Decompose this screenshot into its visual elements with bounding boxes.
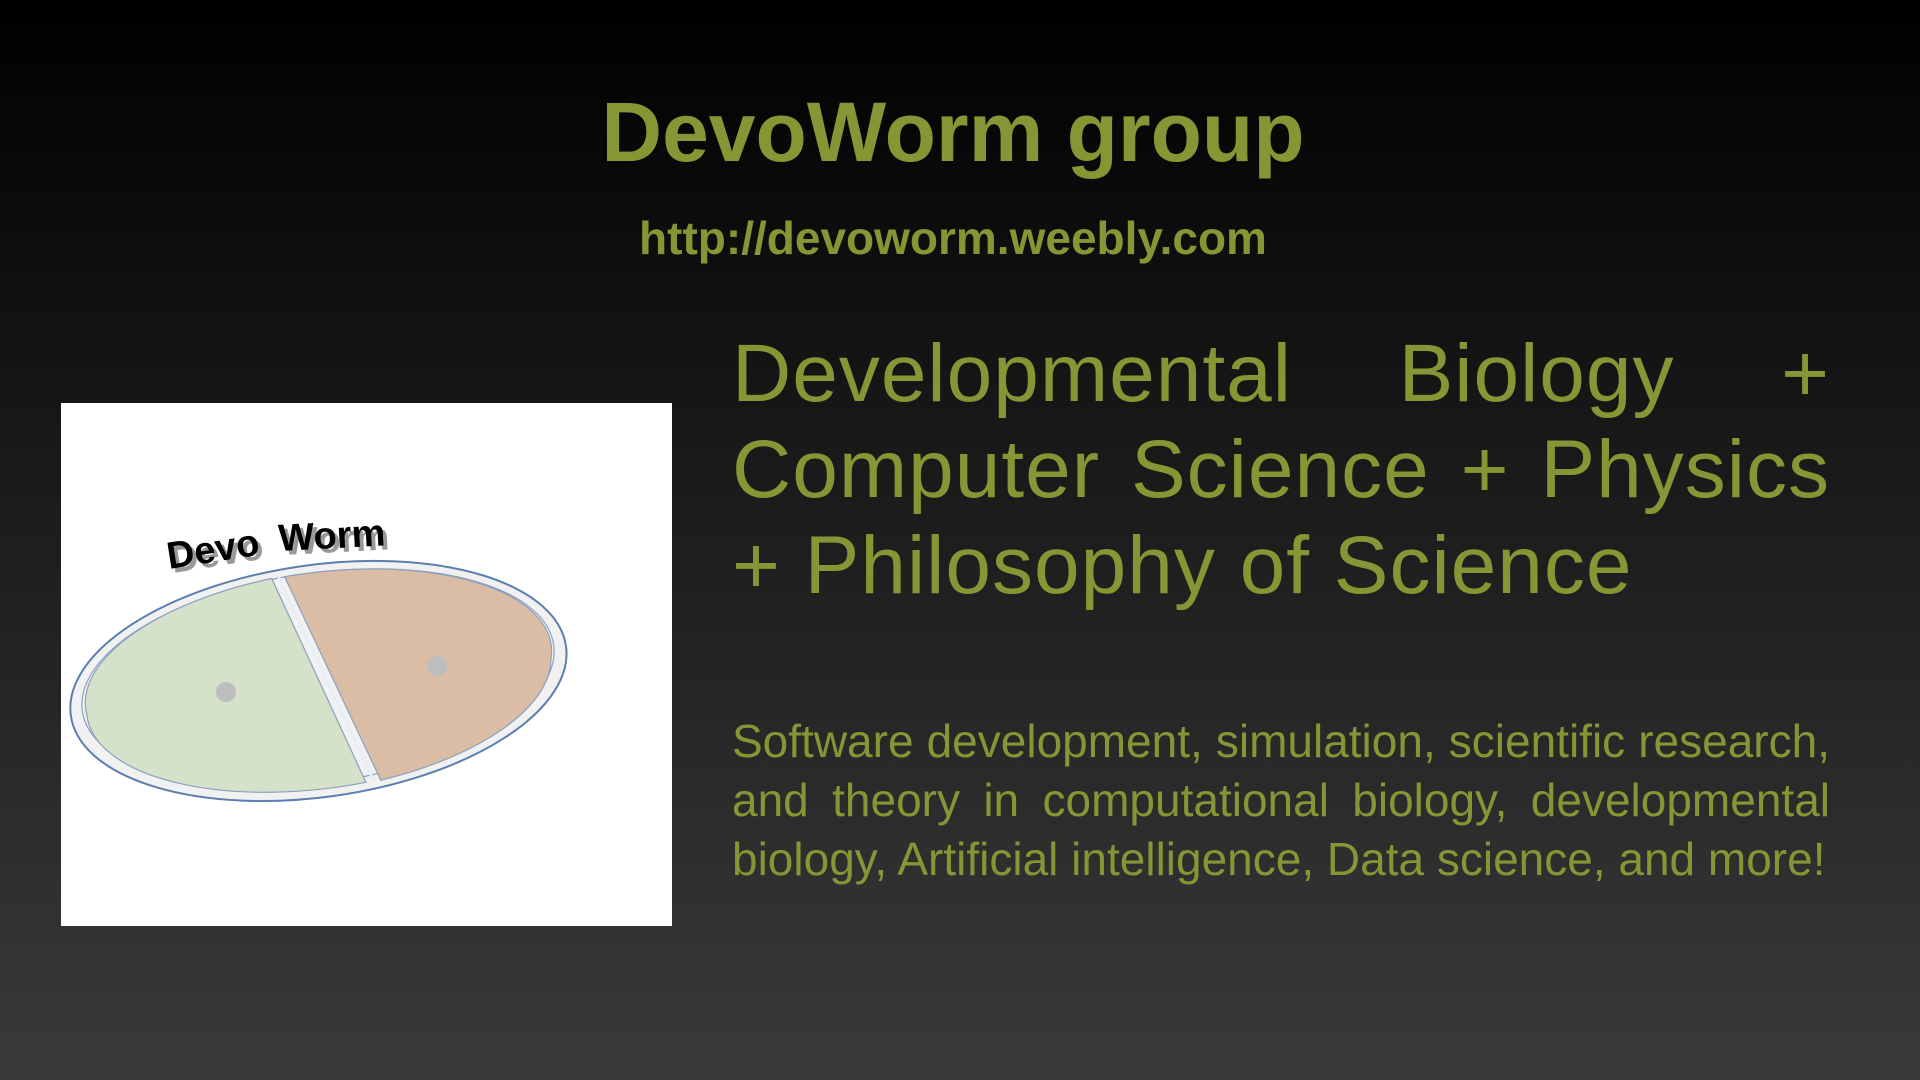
- website-link[interactable]: http://devoworm.weebly.com: [0, 210, 1906, 266]
- right-nucleus: [427, 656, 447, 676]
- slide-title: DevoWorm group: [601, 85, 1305, 179]
- devoworm-logo: Devo Devo Worm Worm: [61, 403, 672, 926]
- svg-text:Worm: Worm: [277, 512, 386, 560]
- left-nucleus: [216, 682, 236, 702]
- description: Software development, simulation, scient…: [732, 715, 1830, 885]
- headline: Developmental Biology + Computer Science…: [732, 328, 1830, 611]
